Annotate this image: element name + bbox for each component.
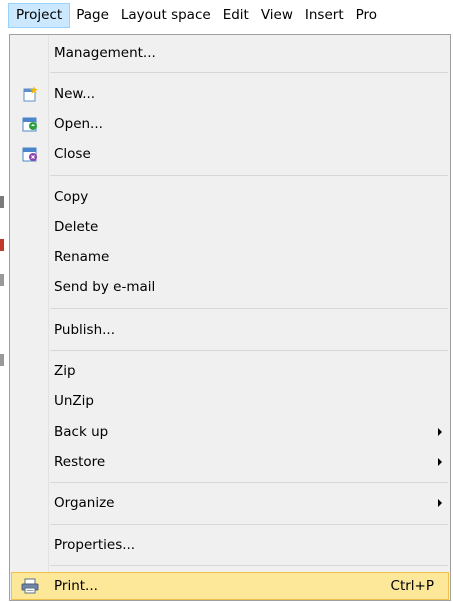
background-mark	[0, 274, 4, 286]
menu-item-rename[interactable]: Rename	[12, 243, 448, 271]
menu-item-label: Restore	[54, 454, 106, 470]
menu-item-properties[interactable]: Properties...	[12, 531, 448, 559]
background-mark	[0, 196, 4, 208]
menu-item-label: New...	[54, 86, 96, 102]
menu-separator	[50, 565, 448, 566]
open-project-icon	[12, 110, 48, 138]
background-mark	[0, 239, 4, 251]
menu-view[interactable]: View	[255, 3, 299, 27]
menu-item-label: Print...	[54, 578, 98, 594]
menu-item-label: Send by e-mail	[54, 279, 156, 295]
menu-item-open[interactable]: Open...	[12, 110, 448, 138]
printer-icon	[12, 572, 48, 600]
menu-item-shortcut: Ctrl+P	[390, 578, 434, 594]
menu-item-label: Zip	[54, 363, 76, 379]
menu-item-print[interactable]: Print... Ctrl+P	[11, 572, 449, 600]
menu-item-label: Close	[54, 146, 91, 162]
menu-edit[interactable]: Edit	[217, 3, 255, 27]
menu-item-copy[interactable]: Copy	[12, 183, 448, 211]
menu-item-label: UnZip	[54, 393, 95, 409]
project-dropdown-menu: Management... New... Open... Close Copy …	[9, 34, 451, 601]
menu-separator	[50, 524, 448, 525]
menu-item-management[interactable]: Management...	[12, 39, 448, 67]
menu-item-unzip[interactable]: UnZip	[12, 387, 448, 415]
menu-separator	[50, 72, 448, 73]
menu-separator	[50, 308, 448, 309]
menu-item-delete[interactable]: Delete	[12, 213, 448, 241]
new-document-icon	[12, 80, 48, 108]
menu-item-close[interactable]: Close	[12, 140, 448, 168]
submenu-arrow-icon	[438, 499, 442, 507]
menu-item-label: Management...	[54, 45, 156, 61]
menu-pro[interactable]: Pro	[350, 3, 383, 27]
submenu-arrow-icon	[438, 428, 442, 436]
menu-project[interactable]: Project	[8, 2, 71, 28]
menu-item-back-up[interactable]: Back up	[12, 418, 448, 446]
menu-item-label: Back up	[54, 424, 109, 440]
menu-item-label: Rename	[54, 249, 110, 265]
menu-insert[interactable]: Insert	[299, 3, 350, 27]
menu-item-send-by-email[interactable]: Send by e-mail	[12, 273, 448, 301]
menu-item-label: Open...	[54, 116, 103, 132]
menu-item-new[interactable]: New...	[12, 80, 448, 108]
menu-layout-space[interactable]: Layout space	[115, 3, 217, 27]
close-project-icon	[12, 140, 48, 168]
menu-separator	[50, 175, 448, 176]
menu-item-organize[interactable]: Organize	[12, 489, 448, 517]
menu-bar: Project Page Layout space Edit View Inse…	[0, 0, 453, 34]
submenu-arrow-icon	[438, 458, 442, 466]
menu-item-label: Publish...	[54, 322, 115, 338]
menu-item-label: Organize	[54, 495, 115, 511]
menu-separator	[50, 350, 448, 351]
menu-item-label: Copy	[54, 189, 89, 205]
menu-item-restore[interactable]: Restore	[12, 448, 448, 476]
menu-item-label: Properties...	[54, 537, 136, 553]
menu-separator	[50, 482, 448, 483]
background-mark	[0, 354, 4, 366]
menu-item-zip[interactable]: Zip	[12, 357, 448, 385]
menu-page[interactable]: Page	[70, 3, 115, 27]
menu-item-publish[interactable]: Publish...	[12, 316, 448, 344]
menu-item-label: Delete	[54, 219, 99, 235]
